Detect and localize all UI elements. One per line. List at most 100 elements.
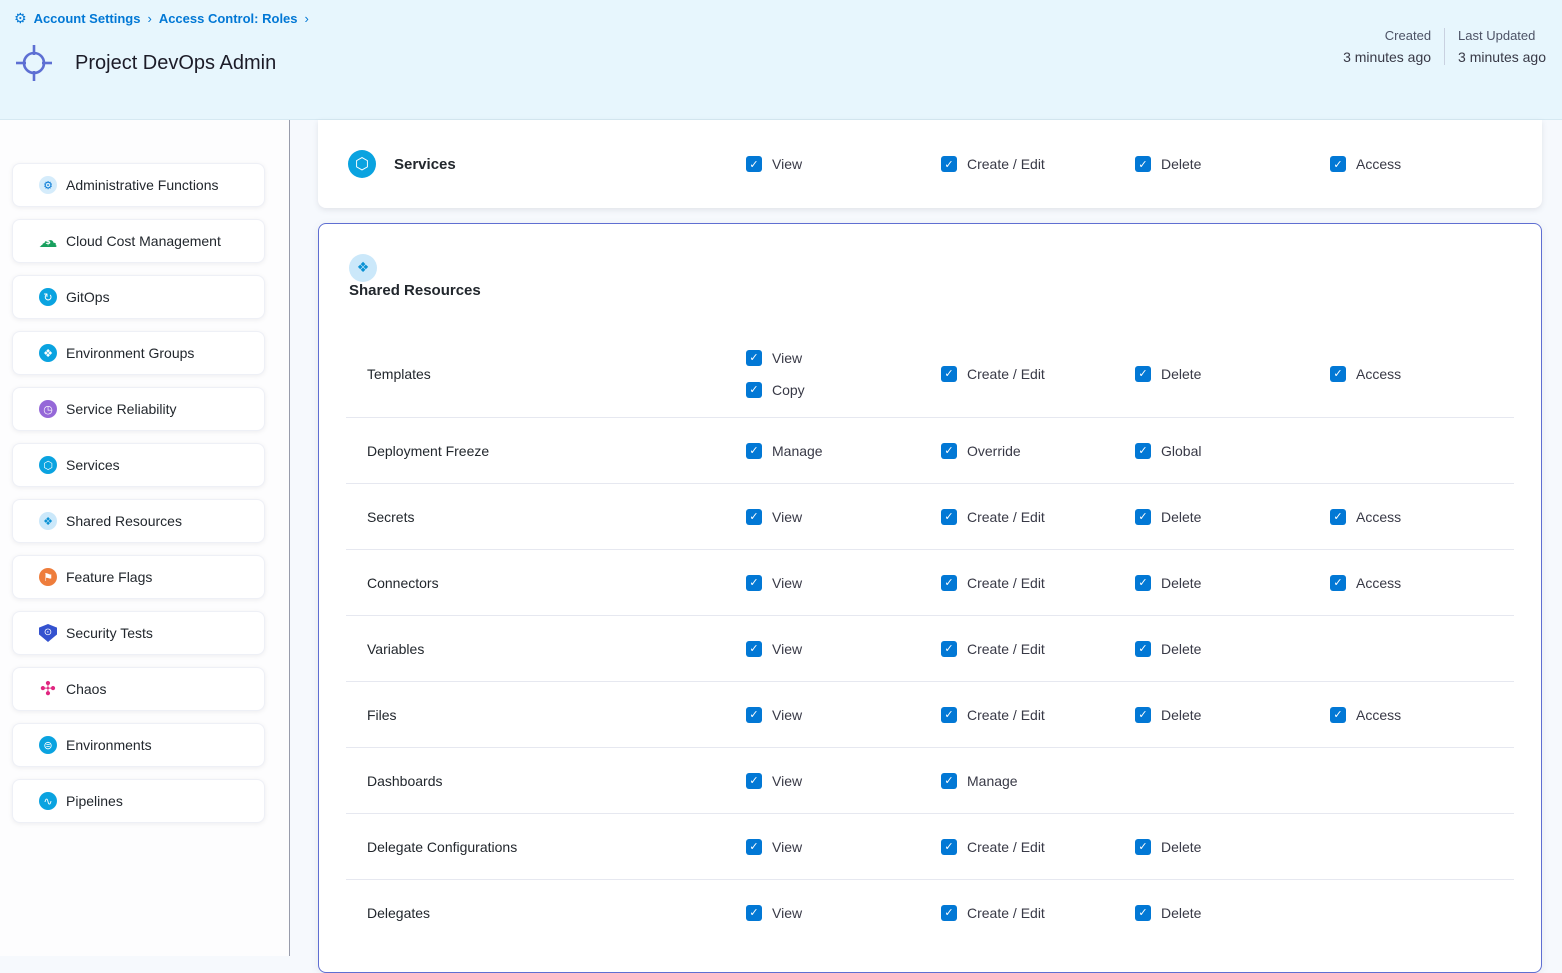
permission-column-4: Access <box>1330 575 1514 591</box>
permission-delete[interactable]: Delete <box>1135 839 1330 855</box>
permission-create-edit[interactable]: Create / Edit <box>941 839 1135 855</box>
permission-column-3: Delete <box>1135 366 1330 382</box>
checkbox-checked-icon[interactable] <box>1135 707 1151 723</box>
checkbox-checked-icon[interactable] <box>1135 156 1151 172</box>
checkbox-checked-icon[interactable] <box>1330 509 1346 525</box>
sidebar-item-feature-flags[interactable]: ⚑Feature Flags <box>12 555 265 599</box>
permission-create-edit[interactable]: Create / Edit <box>941 575 1135 591</box>
permission-label: Copy <box>772 382 805 398</box>
permission-delete[interactable]: Delete <box>1135 366 1330 382</box>
checkbox-checked-icon[interactable] <box>1135 641 1151 657</box>
checkbox-checked-icon[interactable] <box>1330 575 1346 591</box>
sidebar-item-environments[interactable]: ⊜Environments <box>12 723 265 767</box>
sidebar-item-administrative-functions[interactable]: ⚙Administrative Functions <box>12 163 265 207</box>
resource-name: Dashboards <box>346 773 746 789</box>
permission-column-1: View <box>746 575 941 591</box>
permission-access[interactable]: Access <box>1330 156 1542 172</box>
checkbox-checked-icon[interactable] <box>746 905 762 921</box>
checkbox-checked-icon[interactable] <box>1135 509 1151 525</box>
permission-view[interactable]: View <box>746 350 941 366</box>
checkbox-checked-icon[interactable] <box>941 773 957 789</box>
permission-label: View <box>772 707 802 723</box>
sidebar-item-environment-groups[interactable]: ❖Environment Groups <box>12 331 265 375</box>
permission-delete[interactable]: Delete <box>1135 905 1330 921</box>
permission-copy[interactable]: Copy <box>746 382 941 398</box>
checkbox-checked-icon[interactable] <box>746 156 762 172</box>
sidebar-item-service-reliability[interactable]: ◷Service Reliability <box>12 387 265 431</box>
checkbox-checked-icon[interactable] <box>746 839 762 855</box>
permission-access[interactable]: Access <box>1330 509 1514 525</box>
permission-global[interactable]: Global <box>1135 443 1330 459</box>
permission-view[interactable]: View <box>746 641 941 657</box>
permission-delete[interactable]: Delete <box>1135 156 1330 172</box>
permission-label: Create / Edit <box>967 509 1045 525</box>
checkbox-checked-icon[interactable] <box>941 156 957 172</box>
permission-access[interactable]: Access <box>1330 575 1514 591</box>
checkbox-checked-icon[interactable] <box>746 350 762 366</box>
checkbox-checked-icon[interactable] <box>1330 156 1346 172</box>
sidebar-item-shared-resources[interactable]: ❖Shared Resources <box>12 499 265 543</box>
permission-delete[interactable]: Delete <box>1135 509 1330 525</box>
permission-manage[interactable]: Manage <box>746 443 941 459</box>
checkbox-checked-icon[interactable] <box>746 575 762 591</box>
checkbox-checked-icon[interactable] <box>941 509 957 525</box>
breadcrumb-link-access-control-roles[interactable]: Access Control: Roles <box>159 11 298 26</box>
checkbox-checked-icon[interactable] <box>746 641 762 657</box>
permission-manage[interactable]: Manage <box>941 773 1135 789</box>
checkbox-checked-icon[interactable] <box>746 382 762 398</box>
checkbox-checked-icon[interactable] <box>941 641 957 657</box>
permission-create-edit[interactable]: Create / Edit <box>941 641 1135 657</box>
permission-create-edit[interactable]: Create / Edit <box>941 509 1135 525</box>
checkbox-checked-icon[interactable] <box>746 707 762 723</box>
checkbox-checked-icon[interactable] <box>746 509 762 525</box>
sidebar-item-gitops[interactable]: ↻GitOps <box>12 275 265 319</box>
checkbox-checked-icon[interactable] <box>1135 575 1151 591</box>
sidebar-item-services[interactable]: ⬡Services <box>12 443 265 487</box>
sidebar-item-security-tests[interactable]: ⊙Security Tests <box>12 611 265 655</box>
shared-resources-permissions-card: ❖Shared Resources TemplatesViewCopyCreat… <box>318 223 1542 973</box>
permission-view[interactable]: View <box>746 839 941 855</box>
checkbox-checked-icon[interactable] <box>1135 905 1151 921</box>
admin-functions-icon: ⚙ <box>39 176 57 194</box>
checkbox-checked-icon[interactable] <box>746 443 762 459</box>
checkbox-checked-icon[interactable] <box>941 839 957 855</box>
sidebar-item-chaos[interactable]: ✣Chaos <box>12 667 265 711</box>
checkbox-checked-icon[interactable] <box>941 707 957 723</box>
checkbox-checked-icon[interactable] <box>941 366 957 382</box>
permission-override[interactable]: Override <box>941 443 1135 459</box>
permission-view[interactable]: View <box>746 905 941 921</box>
permission-view[interactable]: View <box>746 575 941 591</box>
sidebar-item-pipelines[interactable]: ∿Pipelines <box>12 779 265 823</box>
permission-delete[interactable]: Delete <box>1135 575 1330 591</box>
resource-group-sidebar: ⚙Administrative Functions ☁$Cloud Cost Ma… <box>0 120 290 956</box>
created-value: 3 minutes ago <box>1343 49 1431 65</box>
permission-create-edit[interactable]: Create / Edit <box>941 366 1135 382</box>
checkbox-checked-icon[interactable] <box>1330 366 1346 382</box>
permission-delete[interactable]: Delete <box>1135 641 1330 657</box>
permission-create-edit[interactable]: Create / Edit <box>941 905 1135 921</box>
checkbox-checked-icon[interactable] <box>941 905 957 921</box>
checkbox-checked-icon[interactable] <box>941 575 957 591</box>
permission-view[interactable]: View <box>746 707 941 723</box>
permission-access[interactable]: Access <box>1330 366 1514 382</box>
permission-view[interactable]: View <box>746 773 941 789</box>
permission-view[interactable]: View <box>746 509 941 525</box>
permission-label: Delete <box>1161 509 1201 525</box>
checkbox-checked-icon[interactable] <box>1135 443 1151 459</box>
sidebar-item-cloud-cost-management[interactable]: ☁$Cloud Cost Management <box>12 219 265 263</box>
checkbox-checked-icon[interactable] <box>746 773 762 789</box>
permission-delete[interactable]: Delete <box>1135 707 1330 723</box>
permission-create-edit[interactable]: Create / Edit <box>941 707 1135 723</box>
checkbox-checked-icon[interactable] <box>941 443 957 459</box>
checkbox-checked-icon[interactable] <box>1135 366 1151 382</box>
permission-create-edit[interactable]: Create / Edit <box>941 156 1135 172</box>
sidebar-item-label: Security Tests <box>66 625 153 641</box>
permission-access[interactable]: Access <box>1330 707 1514 723</box>
checkbox-checked-icon[interactable] <box>1135 839 1151 855</box>
breadcrumb-link-account-settings[interactable]: Account Settings <box>34 11 141 26</box>
sidebar-item-label: Services <box>66 457 120 473</box>
checkbox-checked-icon[interactable] <box>1330 707 1346 723</box>
permission-view[interactable]: View <box>746 156 941 172</box>
title-row: Project DevOps Admin <box>15 44 276 82</box>
cloud-cost-icon-badge: $ <box>45 238 51 246</box>
